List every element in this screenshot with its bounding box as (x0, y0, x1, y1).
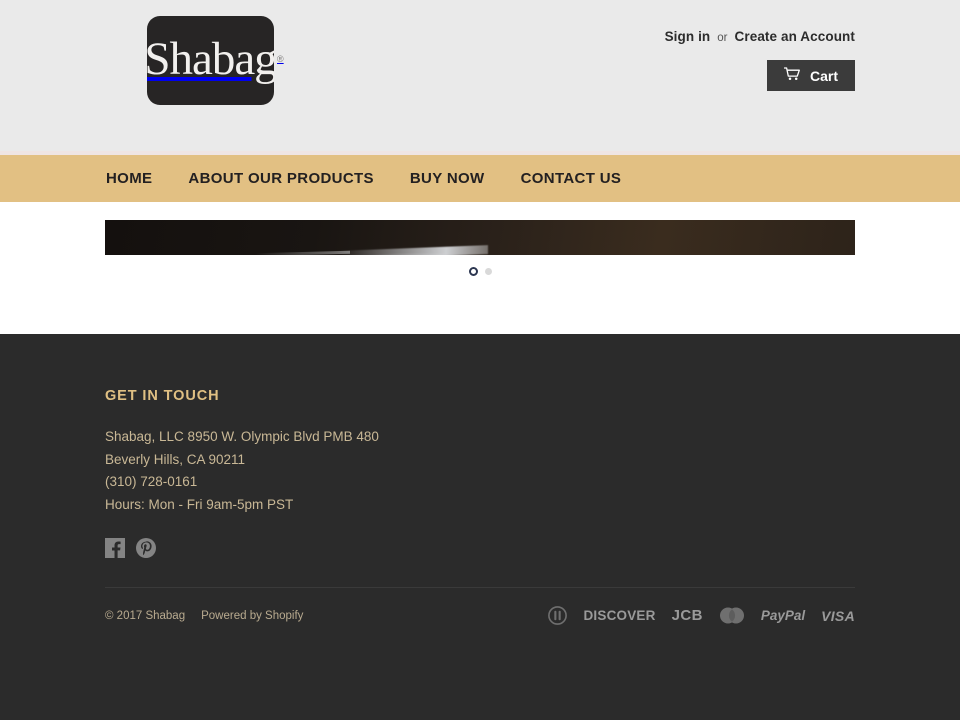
diners-club-icon (548, 606, 568, 625)
facebook-link[interactable] (105, 538, 125, 558)
site-header: Shabag ® Sign in or Create an Account Ca… (0, 0, 960, 151)
site-logo[interactable]: Shabag ® (147, 16, 284, 105)
mastercard-icon (719, 607, 745, 624)
logo-text: Shabag (147, 33, 274, 85)
main-navigation: HOME ABOUT OUR PRODUCTS BUY NOW CONTACT … (0, 155, 960, 202)
page-root: Shabag ® Sign in or Create an Account Ca… (0, 0, 960, 720)
pinterest-icon (136, 538, 156, 562)
nav-item-about-our-products[interactable]: ABOUT OUR PRODUCTS (188, 170, 392, 187)
sign-in-link[interactable]: Sign in (665, 29, 711, 44)
copyright-text: © 2017 Shabag (105, 609, 186, 622)
address-line-1: Shabag, LLC 8950 W. Olympic Blvd PMB 480 (105, 429, 379, 444)
discover-icon: DISCOVER (583, 608, 656, 623)
footer-heading: GET IN TOUCH (105, 388, 220, 404)
hero-slider-section (0, 202, 960, 334)
jcb-icon: JCB (671, 607, 703, 624)
shopping-cart-icon (783, 67, 801, 84)
nav-item-contact-us[interactable]: CONTACT US (521, 170, 641, 187)
account-links: Sign in or Create an Account (665, 29, 855, 44)
paypal-icon: PayPal (760, 608, 806, 623)
cart-button-label: Cart (809, 67, 838, 84)
slider-pagination (105, 267, 855, 276)
footer-bottom-bar: © 2017 Shabag Powered by Shopify DISCOVE… (105, 588, 855, 625)
address-line-2: Beverly Hills, CA 90211 (105, 451, 246, 467)
slide-highlight-secondary (255, 250, 350, 255)
site-footer: GET IN TOUCH Shabag, LLC 8950 W. Olympic… (0, 334, 960, 720)
create-account-link[interactable]: Create an Account (735, 29, 855, 44)
facebook-icon (105, 538, 125, 562)
payment-methods: DISCOVER JCB PayPal VISA (532, 606, 855, 625)
logo-box: Shabag (147, 16, 274, 105)
footer-content: GET IN TOUCH Shabag, LLC 8950 W. Olympic… (105, 388, 855, 625)
slider-dot-2[interactable] (484, 268, 492, 275)
slide-highlight (337, 245, 488, 255)
cart-button[interactable]: Cart (766, 60, 855, 91)
copyright-row: © 2017 Shabag Powered by Shopify (105, 610, 303, 622)
nav-item-buy-now[interactable]: BUY NOW (410, 170, 504, 187)
phone-number: (310) 728-0161 (105, 474, 198, 489)
business-hours: Hours: Mon - Fri 9am-5pm PST (105, 496, 294, 512)
pinterest-link[interactable] (136, 538, 156, 558)
nav-item-home[interactable]: HOME (106, 170, 171, 187)
hero-slide-image[interactable] (105, 220, 855, 255)
slider-dot-1[interactable] (468, 267, 478, 276)
hero-slider (105, 202, 855, 276)
nav-items: HOME ABOUT OUR PRODUCTS BUY NOW CONTACT … (105, 170, 855, 187)
or-separator: or (717, 32, 728, 44)
visa-icon: VISA (821, 607, 855, 624)
social-links (105, 538, 855, 558)
registered-trademark-icon: ® (277, 54, 284, 64)
contact-address: Shabag, LLC 8950 W. Olympic Blvd PMB 480… (105, 426, 855, 516)
header-content: Shabag ® Sign in or Create an Account Ca… (105, 0, 855, 151)
powered-by-shopify-link[interactable]: Powered by Shopify (201, 610, 303, 622)
